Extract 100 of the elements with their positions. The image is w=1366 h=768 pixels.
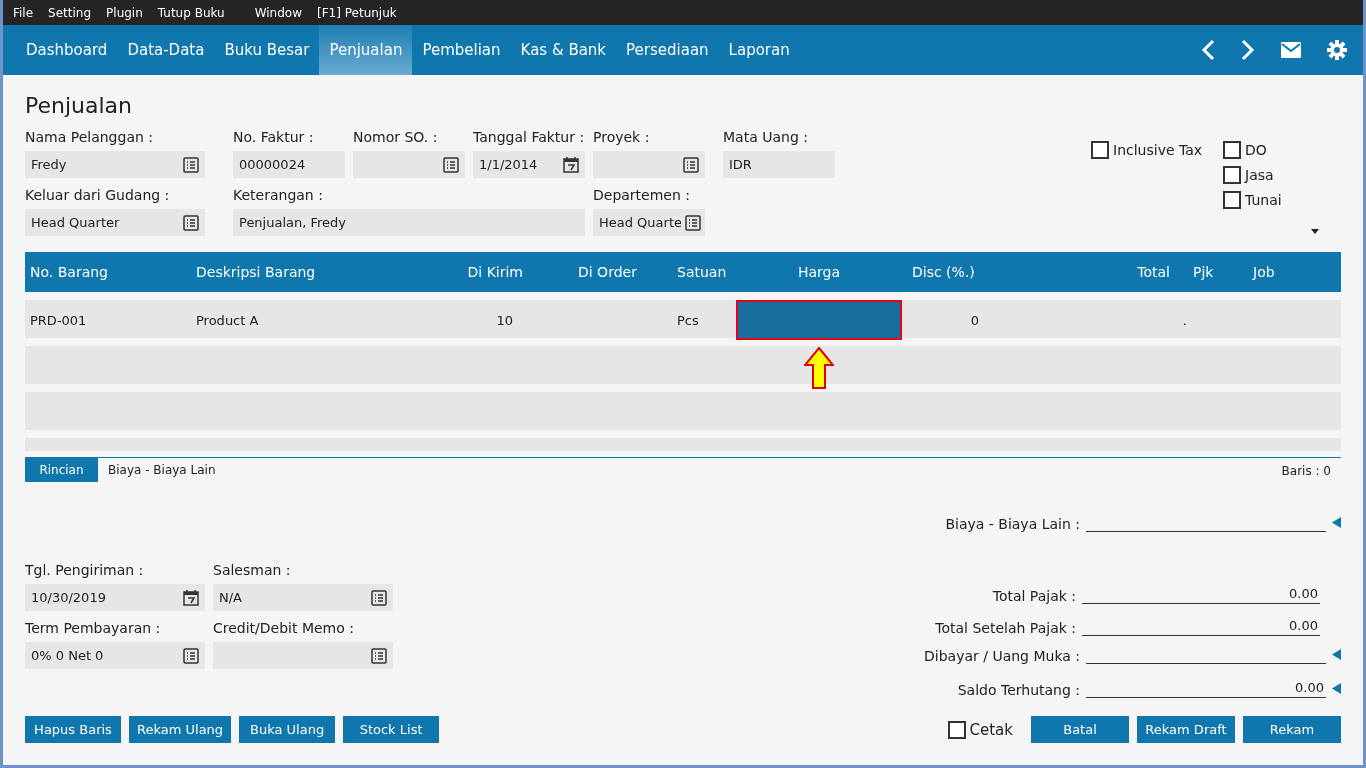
nav-tab[interactable]: Laporan xyxy=(718,25,800,75)
field-label: Departemen : xyxy=(593,187,691,205)
back-icon[interactable] xyxy=(1201,39,1215,61)
input-field[interactable]: 1/1/2014 xyxy=(473,151,585,178)
field-label: Credit/Debit Memo : xyxy=(213,620,355,638)
column-header: Job xyxy=(1251,264,1276,280)
summary-label: Total Pajak : xyxy=(992,588,1076,604)
field-label: Proyek : xyxy=(593,129,651,147)
input-field[interactable]: Penjualan, Fredy xyxy=(233,209,585,236)
summary-label: Total Setelah Pajak : xyxy=(935,620,1076,636)
action-button[interactable]: Rekam Draft xyxy=(1137,716,1235,743)
column-header: Total xyxy=(1136,264,1171,280)
action-button[interactable]: Stock List xyxy=(343,716,440,743)
input-field[interactable]: Head Quarte xyxy=(593,209,705,236)
calendar-icon[interactable] xyxy=(563,156,579,173)
nav-tab[interactable]: Dashboard xyxy=(16,25,118,75)
caret-icon[interactable] xyxy=(1311,229,1319,234)
field-label: Tanggal Faktur : xyxy=(473,129,585,147)
input-field[interactable]: Fredy xyxy=(25,151,205,178)
tab[interactable]: Rincian xyxy=(25,458,98,482)
field-label: Keterangan : xyxy=(233,187,324,205)
table-cell-text: . xyxy=(1181,312,1187,328)
expand-arrow-icon[interactable] xyxy=(1332,649,1341,660)
input-field[interactable] xyxy=(213,642,393,669)
input-field[interactable] xyxy=(353,151,465,178)
expand-arrow-icon[interactable] xyxy=(1332,683,1341,694)
summary-value-field: 0.00 xyxy=(1082,586,1320,604)
column-header: Deskripsi Barang xyxy=(195,264,317,280)
table-cell-text: 0 xyxy=(969,312,980,328)
summary-label: Biaya - Biaya Lain : xyxy=(945,516,1080,532)
row-count: Baris : 0 xyxy=(1281,463,1332,478)
checkbox-label[interactable]: Jasa xyxy=(1245,166,1274,183)
column-header: Pjk xyxy=(1192,264,1215,280)
input-field[interactable]: IDR xyxy=(723,151,835,178)
field-label: Tgl. Pengiriman : xyxy=(25,562,145,580)
action-button[interactable]: Batal xyxy=(1031,716,1129,743)
input-field[interactable]: Head Quarter xyxy=(25,209,205,236)
menu-item[interactable]: [F1] Petunjuk xyxy=(317,5,397,20)
action-button[interactable]: Hapus Baris xyxy=(25,716,121,743)
column-header: Di Order xyxy=(577,264,638,280)
input-field[interactable]: N/A xyxy=(213,584,393,611)
column-header: Satuan xyxy=(676,264,728,280)
checkbox-label[interactable]: Cetak xyxy=(969,720,1013,739)
price-cell-highlight[interactable] xyxy=(736,300,902,340)
field-label: Nama Pelanggan : xyxy=(25,129,154,147)
nav-tab[interactable]: Persediaan xyxy=(616,25,719,75)
checkbox-label[interactable]: DO xyxy=(1245,141,1267,158)
checkbox[interactable] xyxy=(1223,190,1241,209)
menu-item[interactable]: File xyxy=(13,5,34,20)
checkbox[interactable] xyxy=(1223,140,1241,159)
field-label: Mata Uang : xyxy=(723,129,809,147)
tab[interactable]: Biaya - Biaya Lain xyxy=(98,458,226,482)
checkbox[interactable] xyxy=(947,720,966,739)
column-header: Harga xyxy=(796,264,842,280)
nav-tab[interactable]: Pembelian xyxy=(412,25,511,75)
input-field[interactable]: 10/30/2019 xyxy=(25,584,205,611)
checkbox-label[interactable]: Tunai xyxy=(1245,191,1282,208)
list-icon[interactable] xyxy=(371,589,387,606)
checkbox[interactable] xyxy=(1091,140,1109,159)
menu-item[interactable]: Setting xyxy=(48,5,92,20)
column-header: No. Barang xyxy=(29,264,109,280)
table-cell-text: 10 xyxy=(495,312,514,328)
action-button[interactable]: Rekam Ulang xyxy=(129,716,232,743)
list-icon[interactable] xyxy=(443,156,459,173)
input-field[interactable]: 00000024 xyxy=(233,151,345,178)
field-label: Term Pembayaran : xyxy=(25,620,162,638)
menu-item[interactable]: Plugin xyxy=(106,5,143,20)
summary-label: Dibayar / Uang Muka : xyxy=(924,648,1080,664)
nav-tab[interactable]: Buku Besar xyxy=(214,25,320,75)
input-field[interactable] xyxy=(593,151,705,178)
list-icon[interactable] xyxy=(183,156,199,173)
mail-icon[interactable] xyxy=(1281,42,1301,58)
list-icon[interactable] xyxy=(183,647,199,664)
column-header: Disc (%.) xyxy=(911,264,976,280)
settings-icon[interactable] xyxy=(1327,40,1347,60)
list-icon[interactable] xyxy=(371,647,387,664)
nav-tab[interactable]: Kas & Bank xyxy=(510,25,617,75)
summary-value-field: 0.00 xyxy=(1082,618,1320,636)
nav-tab[interactable]: Data-Data xyxy=(117,25,215,75)
forward-icon[interactable] xyxy=(1241,39,1255,61)
field-label: Keluar dari Gudang : xyxy=(25,187,171,205)
list-icon[interactable] xyxy=(683,156,699,173)
action-button[interactable]: Buka Ulang xyxy=(239,716,336,743)
table-cell-text: Product A xyxy=(195,312,260,328)
expand-arrow-icon[interactable] xyxy=(1332,517,1341,528)
summary-label: Saldo Terhutang : xyxy=(957,682,1080,698)
menu-item[interactable]: Window xyxy=(254,5,302,20)
field-label: Salesman : xyxy=(213,562,292,580)
list-icon[interactable] xyxy=(183,214,199,231)
action-button[interactable]: Rekam xyxy=(1243,716,1341,743)
input-field[interactable]: 0% 0 Net 0 xyxy=(25,642,205,669)
page-title: Penjualan xyxy=(25,93,134,120)
up-arrow-icon xyxy=(804,347,834,389)
field-label: No. Faktur : xyxy=(233,129,315,147)
checkbox[interactable] xyxy=(1223,165,1241,184)
table-cell-text: Pcs xyxy=(676,312,700,328)
calendar-icon[interactable] xyxy=(183,589,199,606)
menu-item[interactable]: Tutup Buku xyxy=(157,5,225,20)
checkbox-label[interactable]: Inclusive Tax xyxy=(1113,141,1203,158)
list-icon[interactable] xyxy=(685,214,701,231)
